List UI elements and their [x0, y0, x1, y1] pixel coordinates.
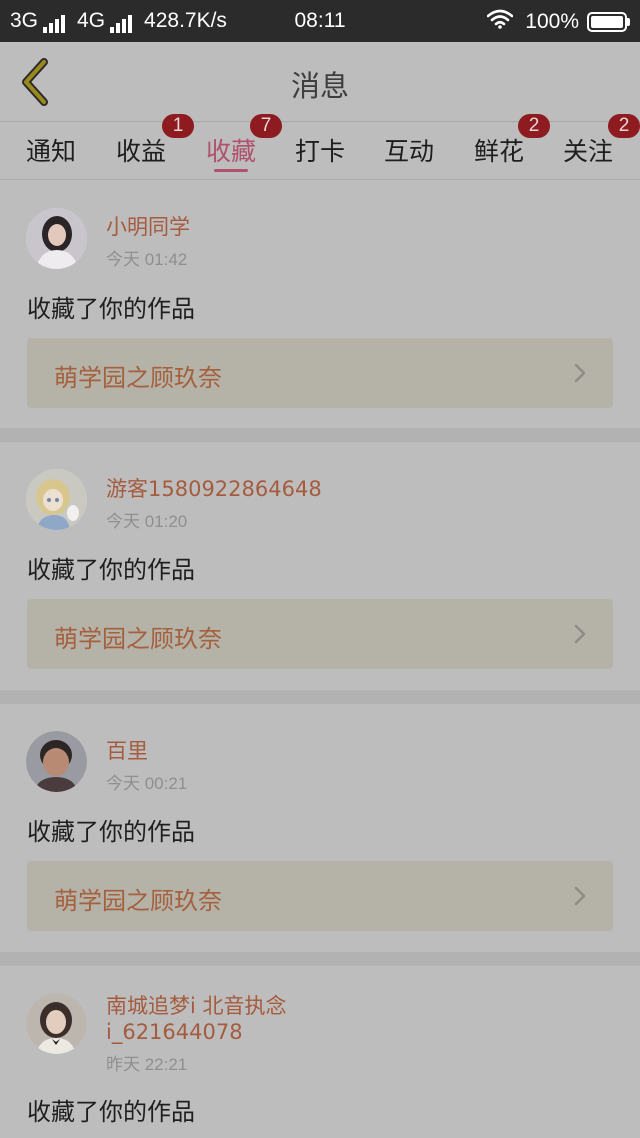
work-link[interactable]: 萌学园之顾玖奈 [27, 599, 613, 669]
user-avatar-image [26, 993, 87, 1054]
user-name[interactable]: 小明同学 [106, 215, 190, 240]
work-title: 萌学园之顾玖奈 [54, 625, 222, 653]
action-text: 收藏了你的作品 [27, 556, 195, 584]
tab-flowers[interactable]: 鲜花 2 [454, 114, 550, 180]
card-separator [0, 428, 640, 442]
tab-earnings[interactable]: 收益 1 [96, 114, 194, 180]
action-text: 收藏了你的作品 [27, 1098, 195, 1126]
battery-percent: 100% [525, 10, 579, 33]
work-link[interactable]: 萌学园之顾玖奈 [27, 338, 613, 408]
user-avatar-image [26, 731, 87, 792]
tab-label: 收益 [115, 137, 166, 166]
post-time: 今天 01:20 [106, 512, 188, 531]
tab-interaction[interactable]: 互动 [364, 122, 454, 180]
status-bar: 3G 4G 428.7K/s 08:11 100% [0, 0, 640, 42]
card-separator [0, 952, 640, 966]
post-time: 今天 01:42 [106, 250, 188, 269]
post-time: 今天 00:21 [106, 774, 188, 793]
chevron-right-icon [574, 886, 586, 906]
user-name[interactable]: 百里 [106, 739, 148, 764]
user-name[interactable]: 游客1580922864648 [106, 477, 322, 502]
message-feed: 小明同学 今天 01:42 收藏了你的作品 萌学园之顾玖奈 游客15809228… [0, 181, 640, 1138]
tab-label: 收藏 [205, 137, 256, 166]
tab-favorites[interactable]: 收藏 7 [186, 114, 282, 180]
avatar[interactable] [26, 469, 87, 530]
status-right: 100% [486, 9, 630, 35]
page-title: 消息 [290, 69, 349, 103]
header: 消息 [0, 42, 640, 122]
action-text: 收藏了你的作品 [27, 818, 195, 846]
avatar[interactable] [26, 208, 87, 269]
battery-icon [587, 12, 630, 32]
tab-label: 鲜花 [473, 137, 524, 166]
message-card: 小明同学 今天 01:42 收藏了你的作品 萌学园之顾玖奈 [0, 181, 640, 428]
avatar[interactable] [26, 731, 87, 792]
tab-notice[interactable]: 通知 [6, 122, 96, 180]
tab-bar: 通知 收益 1 收藏 7 打卡 互动 鲜花 2 关注 2 [0, 114, 640, 180]
user-name[interactable]: 南城追梦i 北音执念 [106, 994, 287, 1019]
work-title: 萌学园之顾玖奈 [54, 887, 222, 915]
tab-label: 打卡 [294, 137, 345, 166]
active-tab-indicator [214, 169, 248, 172]
app-screen: 3G 4G 428.7K/s 08:11 100% 消息 通知 收益 1 收藏 … [0, 0, 640, 1138]
unread-badge: 2 [608, 114, 640, 138]
tab-follow[interactable]: 关注 2 [543, 114, 640, 180]
user-name-line2[interactable]: i_621644078 [106, 1020, 243, 1045]
post-time: 昨天 22:21 [106, 1055, 188, 1074]
tab-label: 关注 [562, 137, 613, 166]
avatar[interactable] [26, 993, 87, 1054]
tab-checkin[interactable]: 打卡 [275, 122, 365, 180]
message-card: 游客1580922864648 今天 01:20 收藏了你的作品 萌学园之顾玖奈 [0, 442, 640, 690]
tab-label: 互动 [383, 137, 434, 166]
action-text: 收藏了你的作品 [27, 295, 195, 323]
chevron-right-icon [574, 624, 586, 644]
work-title: 萌学园之顾玖奈 [54, 364, 222, 392]
message-card: 百里 今天 00:21 收藏了你的作品 萌学园之顾玖奈 [0, 704, 640, 952]
card-separator [0, 690, 640, 704]
work-link[interactable]: 萌学园之顾玖奈 [27, 861, 613, 931]
message-card: 南城追梦i 北音执念 i_621644078 昨天 22:21 收藏了你的作品 [0, 966, 640, 1138]
user-avatar-image [26, 469, 87, 530]
user-avatar-image [26, 208, 87, 269]
wifi-icon [486, 9, 514, 35]
chevron-right-icon [574, 363, 586, 383]
tab-label: 通知 [25, 137, 76, 166]
